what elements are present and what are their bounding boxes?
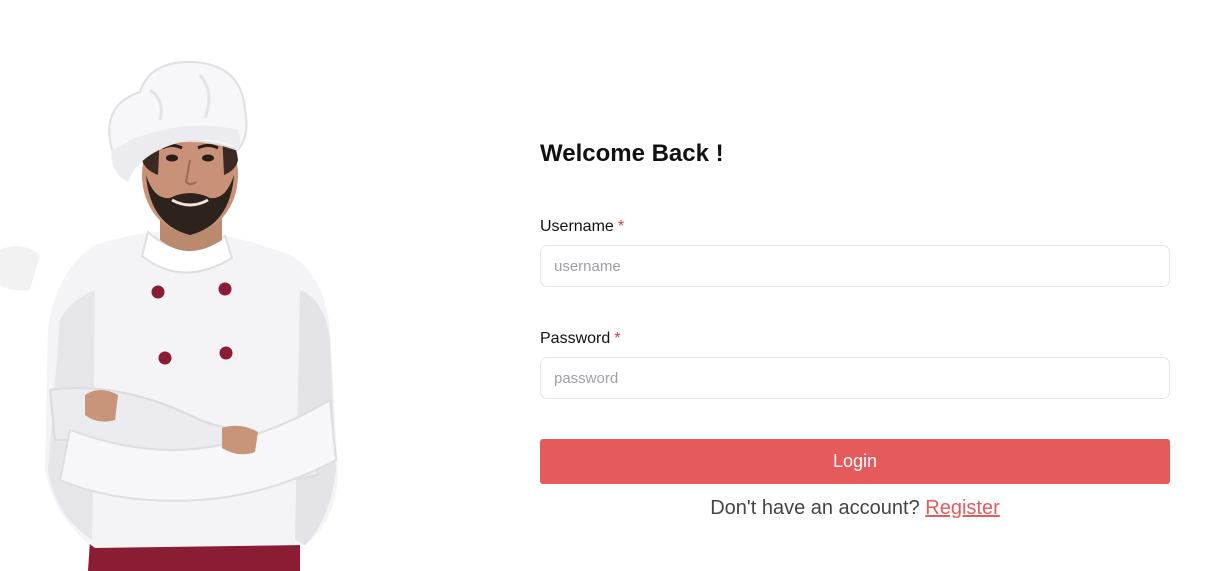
password-required-mark: * <box>614 330 621 347</box>
password-label: Password * <box>540 330 620 348</box>
register-link[interactable]: Register <box>925 497 999 519</box>
login-button[interactable]: Login <box>540 439 1170 484</box>
username-label: Username * <box>540 218 624 236</box>
register-prompt-text: Don't have an account? <box>710 497 920 519</box>
page-title: Welcome Back ! <box>540 140 724 167</box>
login-form: Welcome Back ! Username* Password* Login… <box>540 0 1170 571</box>
password-label-text: Password <box>540 330 611 347</box>
register-prompt: Don't have an account? Register <box>540 497 1170 520</box>
password-input[interactable] <box>540 357 1170 399</box>
chef-image <box>0 0 380 571</box>
chef-illustration <box>0 60 338 571</box>
username-label-text: Username <box>540 218 614 235</box>
login-page: Welcome Back ! Username* Password* Login… <box>0 0 1206 571</box>
username-required-mark: * <box>617 218 625 235</box>
username-input[interactable] <box>540 245 1170 287</box>
